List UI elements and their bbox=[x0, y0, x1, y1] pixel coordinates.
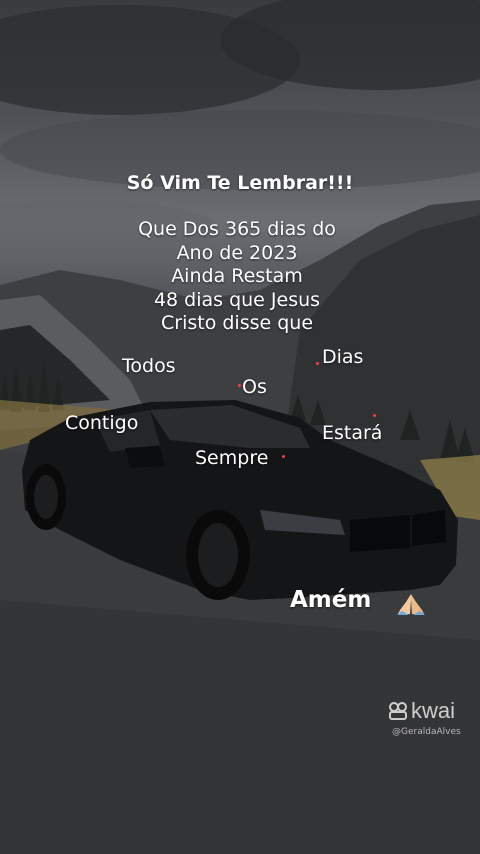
kwai-brand-text: kwai bbox=[411, 698, 456, 723]
kwai-logo-icon bbox=[389, 702, 407, 720]
message-line: Que Dos 365 dias do bbox=[138, 218, 336, 240]
word-todos: Todos bbox=[122, 355, 176, 377]
accent-dot bbox=[316, 362, 319, 365]
message-line: Cristo disse que bbox=[160, 312, 314, 334]
word-os: Os bbox=[242, 376, 267, 398]
word-sempre: Sempre bbox=[195, 447, 269, 469]
accent-dot bbox=[373, 414, 376, 417]
closing-text: Amém bbox=[290, 587, 372, 613]
video-frame[interactable]: Só Vim Te Lembrar!!! Que Dos 365 dias do… bbox=[0, 0, 480, 854]
creator-handle: @GeraldaAlves bbox=[392, 727, 461, 737]
praying-hands-icon bbox=[397, 594, 425, 615]
accent-dot bbox=[282, 455, 285, 458]
message-line: 48 dias que Jesus bbox=[153, 288, 321, 311]
message-line: Ainda Restam bbox=[171, 265, 303, 287]
post-title: Só Vim Te Lembrar!!! bbox=[126, 172, 354, 194]
post-message: Que Dos 365 dias do Ano de 2023 Ainda Re… bbox=[0, 218, 474, 336]
word-contigo: Contigo bbox=[65, 412, 139, 434]
kwai-watermark: kwai bbox=[388, 698, 455, 724]
message-line: Ano de 2023 bbox=[176, 241, 298, 264]
accent-dot bbox=[238, 384, 241, 387]
word-estara: Estará bbox=[322, 422, 383, 444]
word-dias: Dias bbox=[322, 346, 364, 368]
